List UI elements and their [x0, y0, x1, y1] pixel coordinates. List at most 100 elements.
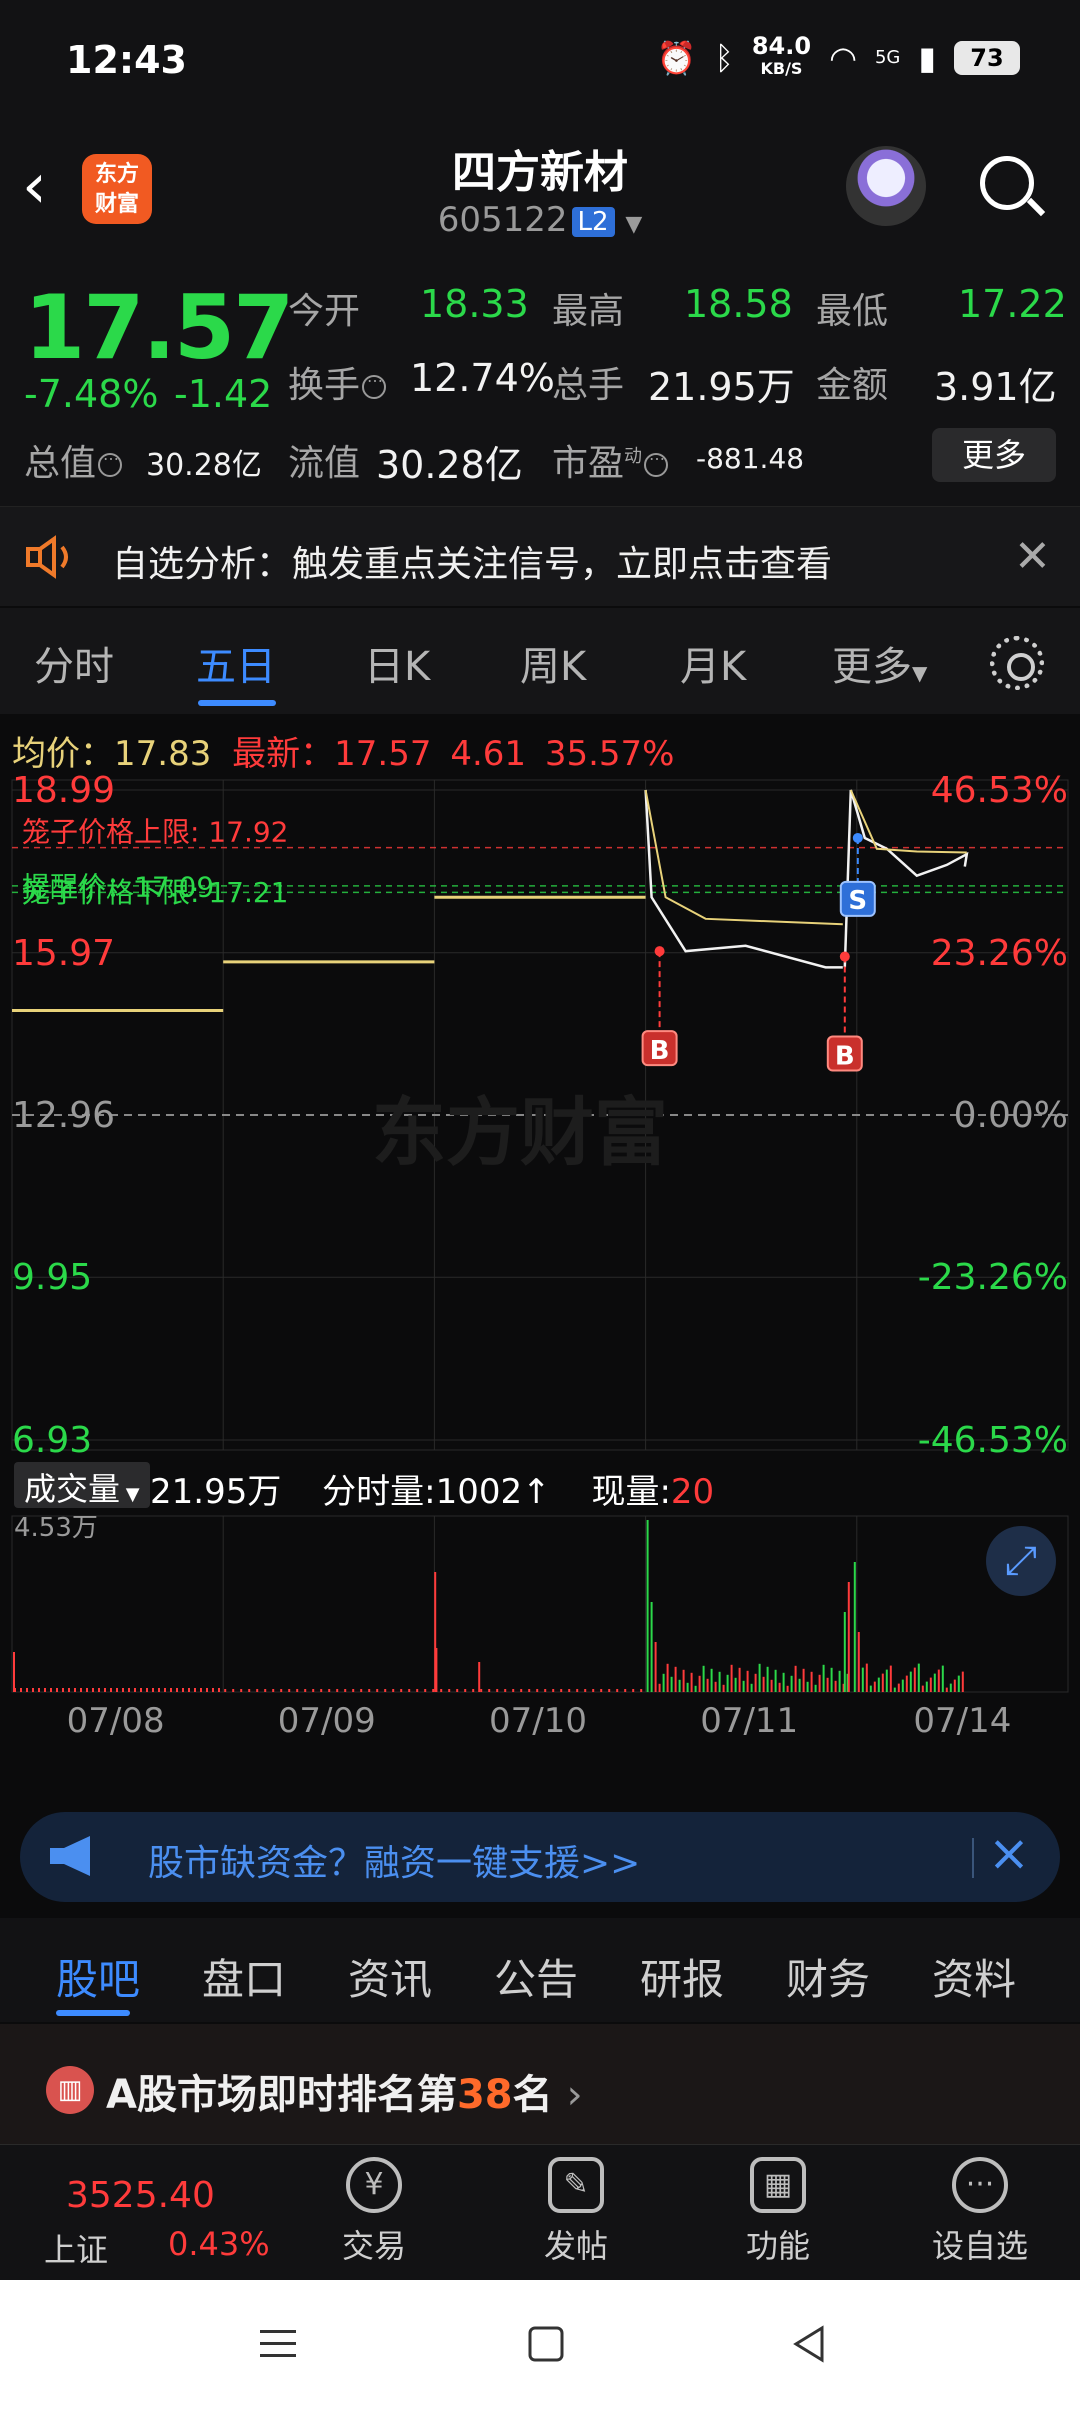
search-icon[interactable] [980, 156, 1046, 220]
tab-pankou[interactable]: 盘口 [202, 1946, 286, 2007]
alert-bar[interactable]: 自选分析：触发重点关注信号，立即点击查看 ✕ [0, 506, 1080, 606]
amount-value: 3.91亿 [934, 365, 1057, 409]
expand-icon[interactable]: ⤢ [986, 1526, 1056, 1596]
bottom-nav: 3525.40 上证 0.43% ¥ 交易 ✎ 发帖 ▦ 功能 ··· 设自选 [0, 2144, 1080, 2280]
nav-trade[interactable]: ¥ 交易 [314, 2157, 434, 2267]
tab-announcements[interactable]: 公告 [494, 1946, 578, 2007]
alarm-icon: ⏰ [656, 38, 697, 77]
grid-icon: ▦ [750, 2157, 806, 2213]
nav-functions[interactable]: ▦ 功能 [718, 2157, 838, 2267]
quote-panel: 17.57 -7.48% -1.42 今开 18.33 最高 18.58 最低 … [0, 256, 1080, 506]
ranking-row[interactable]: ▥ A股市场即时排名第38名 › [0, 2024, 1080, 2144]
index-widget[interactable]: 3525.40 上证 0.43% [0, 2145, 290, 2281]
y-right-tick: 23.26% [931, 933, 1068, 974]
stock-header: ‹ 东方 财富 四方新材 605122 L2 ▼ [0, 120, 1080, 256]
tab-intraday[interactable]: 分时 [34, 634, 114, 692]
nav-add-watchlist-label: 设自选 [931, 2227, 1028, 2265]
nav-functions-label: 功能 [745, 2227, 810, 2265]
volume-border [11, 1515, 1069, 1693]
latest-change: 4.61 [450, 734, 527, 774]
turnover-label-text: 换手 [288, 365, 361, 406]
tab-five-day[interactable]: 五日 [196, 634, 276, 692]
total-cap-label[interactable]: 总值 [24, 434, 123, 486]
alert-text: 自选分析：触发重点关注信号，立即点击查看 [112, 544, 833, 585]
stock-code: 605122 [437, 200, 568, 240]
total-cap-value: 30.28亿 [146, 448, 262, 483]
y-left-tick: 12.96 [12, 1095, 115, 1136]
volume-label: 总手 [552, 365, 625, 406]
tab-research[interactable]: 研报 [640, 1946, 724, 2007]
y-left-tick: 6.93 [12, 1420, 92, 1460]
volume-bars [13, 1520, 964, 1692]
chevron-down-icon: ▼ [912, 661, 928, 685]
status-icons: ⏰ ᛒ 84.0 KB/S ◠ 5G ▮ 73 [656, 34, 1020, 79]
nav-trade-label: 交易 [341, 2227, 406, 2265]
tab-daily-k[interactable]: 日K [364, 634, 430, 692]
ai-assistant-icon[interactable] [846, 146, 926, 226]
ranking-suffix: 名 [512, 2072, 553, 2118]
close-icon[interactable]: × [988, 1824, 1030, 1882]
nav-post-label: 发帖 [543, 2227, 608, 2265]
pe-label[interactable]: 市盈动 [552, 434, 669, 486]
avg-value: 17.83 [114, 734, 212, 774]
date-label: 07/09 [278, 1701, 376, 1741]
float-cap-label: 流值 [288, 443, 361, 484]
tab-guba[interactable]: 股吧 [56, 1946, 140, 2007]
ranking-prefix: A股市场即时排名第 [106, 2072, 457, 2118]
open-value: 18.33 [420, 282, 529, 326]
nav-add-watchlist[interactable]: ··· 设自选 [920, 2157, 1040, 2267]
turnover-label[interactable]: 换手 [288, 356, 387, 408]
nav-post[interactable]: ✎ 发帖 [516, 2157, 636, 2267]
turnover-value: 12.74% [410, 356, 555, 400]
price-chart[interactable]: 东方财富 18.99 46.53% 15.97 23.26% 12.96 0.00% 9.9… [0, 770, 1080, 1460]
net-speed-value: 84.0 [751, 32, 812, 60]
trade-markers: B B S [641, 832, 876, 1072]
content-tabs: 股吧 盘口 资讯 公告 研报 财务 资料 [0, 1918, 1080, 2022]
system-nav-bar [0, 2280, 1080, 2414]
price-line-0711 [644, 789, 843, 969]
date-label: 07/14 [913, 1701, 1011, 1741]
megaphone-icon [50, 1836, 90, 1876]
gear-icon[interactable] [990, 636, 1044, 690]
info-icon [644, 445, 669, 477]
chevron-down-icon: ▼ [625, 212, 643, 237]
home-icon[interactable] [524, 2322, 568, 2366]
close-icon[interactable]: ✕ [1014, 531, 1051, 582]
low-label: 最低 [816, 291, 889, 332]
net-speed: 84.0 KB/S [752, 34, 811, 79]
menu-icon[interactable] [256, 2322, 300, 2366]
level2-badge: L2 [571, 206, 615, 237]
latest-label: 最新： [232, 734, 335, 774]
financing-ad[interactable]: 股市缺资金？融资一键支援>> × [20, 1812, 1060, 1902]
volume-chart[interactable]: 4.53万 07/08 07/09 07/10 07/11 07/14 [0, 1460, 1080, 1760]
date-label: 07/08 [67, 1701, 165, 1741]
y-left-tick: 15.97 [12, 933, 115, 974]
pe-label-text: 市盈 [552, 443, 625, 484]
tab-more[interactable]: 更多▼ [832, 634, 927, 692]
bluetooth-icon: ᛒ [714, 38, 734, 77]
more-button[interactable]: 更多 [932, 428, 1056, 482]
pe-superscript: 动 [624, 446, 643, 467]
net-speed-unit: KB/S [760, 59, 803, 78]
sell-label: S [848, 886, 867, 916]
tab-finance[interactable]: 财务 [786, 1946, 870, 2007]
tab-more-label: 更多 [832, 644, 912, 690]
tab-news[interactable]: 资讯 [348, 1946, 432, 2007]
open-label: 今开 [288, 291, 361, 332]
avg-label: 均价： [12, 734, 114, 774]
float-cap-value: 30.28亿 [376, 443, 523, 487]
wifi-icon: ◠ [829, 38, 857, 77]
tab-weekly-k[interactable]: 周K [520, 634, 586, 692]
active-tab-indicator [198, 700, 276, 706]
signal-label: 5G [874, 47, 901, 68]
date-label: 07/10 [489, 1701, 587, 1741]
back-nav-icon[interactable] [788, 2322, 832, 2366]
tab-monthly-k[interactable]: 月K [680, 634, 746, 692]
tab-profile[interactable]: 资料 [932, 1946, 1016, 2007]
period-tabs: 分时 五日 日K 周K 月K 更多▼ [0, 608, 1080, 714]
signal-icon: ▮ [918, 38, 936, 77]
volume-grid [11, 1515, 1069, 1693]
battery-icon: 73 [954, 40, 1020, 75]
y-left-tick: 18.99 [12, 770, 115, 811]
y-right-tick: 0.00% [954, 1095, 1068, 1136]
